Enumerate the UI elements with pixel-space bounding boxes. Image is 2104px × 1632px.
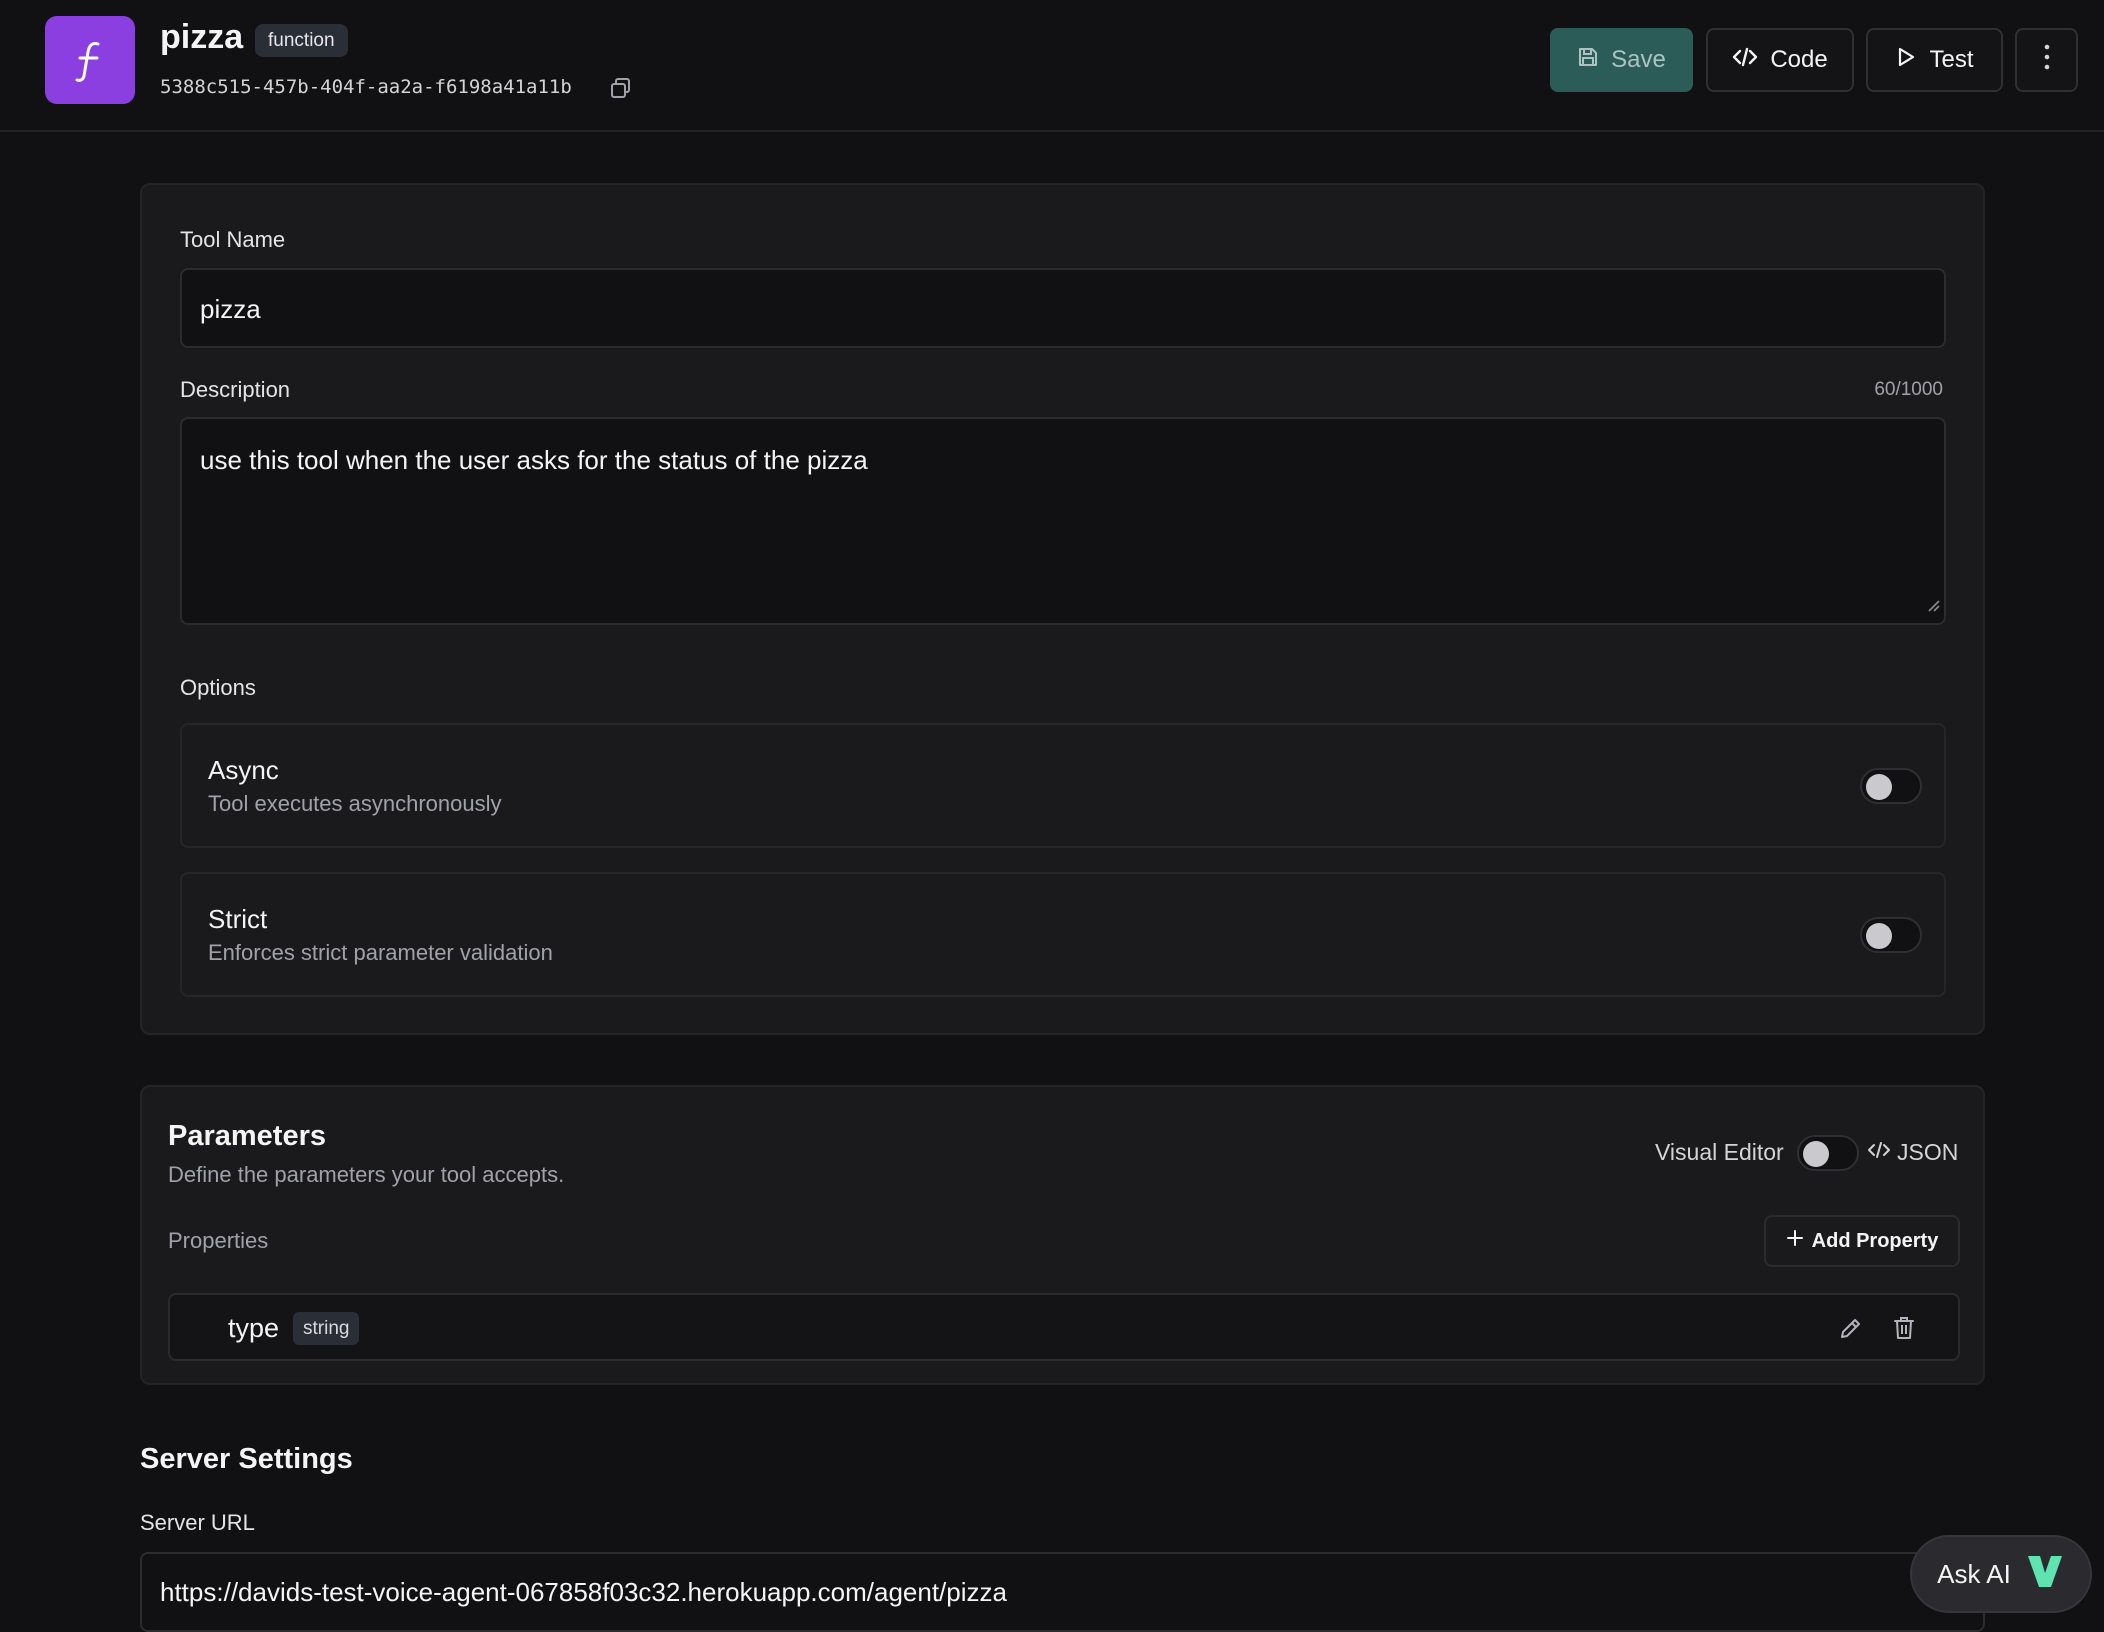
option-title: Strict [208,904,268,934]
json-mode-label[interactable]: JSON [1867,1139,1958,1166]
option-description: Enforces strict parameter validation [208,940,553,965]
top-bar: pizza function 5388c515-457b-404f-aa2a-f… [0,0,2104,132]
option-description: Tool executes asynchronously [208,791,502,816]
description-char-counter: 60/1000 [1874,379,1943,400]
ask-ai-label: Ask AI [1937,1558,2011,1589]
test-button[interactable]: Test [1866,28,2003,92]
description-label: Description [180,377,291,402]
parameters-card: Parameters Define the parameters your to… [140,1085,1985,1385]
code-label: Code [1770,46,1828,73]
vapi-logo-icon [2025,1551,2065,1598]
editor-mode-toggle[interactable] [1797,1135,1859,1171]
resize-handle-icon[interactable] [1926,588,1940,619]
property-name: type [228,1313,280,1343]
play-icon [1895,46,1917,75]
code-icon [1867,1139,1891,1166]
option-strict: Strict Enforces strict parameter validat… [180,872,1946,997]
tool-id: 5388c515-457b-404f-aa2a-f6198a41a11b [160,76,572,98]
save-label: Save [1611,46,1666,73]
kebab-menu-icon [2044,44,2050,77]
toggle-knob [1803,1141,1829,1167]
option-title: Async [208,755,279,785]
server-url-label: Server URL [140,1510,255,1535]
add-property-label: Add Property [1811,1229,1939,1252]
add-property-button[interactable]: Add Property [1764,1215,1960,1267]
options-label: Options [180,675,256,700]
trash-icon[interactable] [1891,1315,1917,1341]
parameters-subtitle: Define the parameters your tool accepts. [168,1162,565,1187]
property-row[interactable]: type string [168,1293,1960,1361]
server-url-value: https://davids-test-voice-agent-067858f0… [160,1577,1007,1607]
description-textarea[interactable]: use this tool when the user asks for the… [180,417,1946,625]
type-badge: function [255,24,348,57]
ask-ai-button[interactable]: Ask AI [1910,1535,2092,1613]
plus-icon [1786,1229,1804,1253]
tool-settings-card: Tool Name pizza Description 60/1000 use … [140,183,1985,1035]
server-settings-title: Server Settings [140,1443,353,1475]
strict-toggle[interactable] [1860,917,1922,953]
async-toggle[interactable] [1860,768,1922,804]
function-icon [45,16,135,104]
copy-icon[interactable] [610,77,632,99]
code-button[interactable]: Code [1706,28,1854,92]
toggle-knob [1866,923,1892,949]
code-icon [1732,46,1758,75]
parameters-title: Parameters [168,1120,326,1152]
properties-label: Properties [168,1228,269,1253]
option-async: Async Tool executes asynchronously [180,723,1946,848]
toggle-knob [1866,774,1892,800]
tool-name-label: Tool Name [180,227,286,252]
save-icon [1577,46,1599,75]
more-options-button[interactable] [2015,28,2078,92]
json-label-text: JSON [1897,1139,1959,1165]
tool-name-value: pizza [200,294,261,324]
server-url-input[interactable]: https://davids-test-voice-agent-067858f0… [140,1552,1985,1632]
property-type-badge: string [293,1312,360,1345]
tool-name-input[interactable]: pizza [180,268,1946,348]
page-title: pizza [160,18,244,56]
save-button[interactable]: Save [1550,28,1693,92]
test-label: Test [1929,46,1974,73]
pencil-icon[interactable] [1838,1315,1864,1341]
visual-editor-label: Visual Editor [1655,1139,1784,1165]
description-value: use this tool when the user asks for the… [200,445,868,475]
